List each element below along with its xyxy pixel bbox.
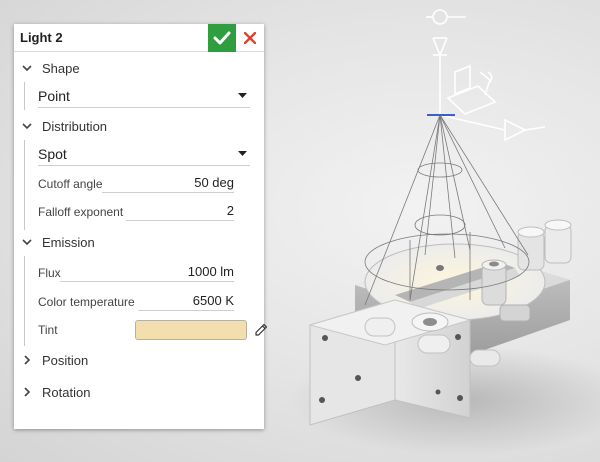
shape-select[interactable]: Point	[38, 84, 250, 108]
section-distribution-label: Distribution	[42, 118, 108, 134]
section-distribution-header[interactable]: Distribution	[14, 115, 107, 137]
section-emission-label: Emission	[42, 234, 95, 250]
section-guide	[24, 256, 25, 346]
caret-down-icon	[236, 93, 248, 98]
panel-header: Light 2	[14, 23, 264, 52]
accept-button[interactable]	[208, 23, 236, 52]
panel-title: Light 2	[20, 30, 63, 45]
flux-input[interactable]: 1000 lm	[60, 262, 234, 282]
pencil-icon[interactable]	[253, 322, 269, 338]
close-icon	[244, 31, 256, 44]
falloff-exponent-label: Falloff exponent	[38, 205, 124, 219]
color-temperature-input[interactable]: 6500 K	[138, 291, 234, 311]
distribution-select-value: Spot	[38, 145, 67, 162]
shape-select-value: Point	[38, 87, 70, 104]
close-button[interactable]	[236, 24, 264, 52]
cutoff-angle-input[interactable]: 50 deg	[102, 173, 234, 193]
chevron-right-icon	[18, 383, 36, 401]
color-temperature-label: Color temperature	[38, 295, 135, 309]
light-properties-panel: Light 2 Shape Point Distribution Spot Cu…	[14, 23, 268, 429]
distribution-select[interactable]: Spot	[38, 142, 250, 166]
cutoff-angle-label: Cutoff angle	[38, 177, 103, 191]
section-emission-header[interactable]: Emission	[14, 231, 95, 253]
tint-label: Tint	[38, 323, 58, 337]
chevron-down-icon	[18, 59, 36, 77]
chevron-down-icon	[18, 117, 36, 135]
section-rotation-label: Rotation	[42, 384, 91, 400]
section-position-label: Position	[42, 352, 89, 368]
section-guide	[24, 140, 25, 230]
flux-label: Flux	[38, 266, 61, 280]
section-guide	[24, 82, 25, 110]
section-shape-label: Shape	[42, 60, 80, 76]
chevron-down-icon	[18, 233, 36, 251]
chevron-right-icon	[18, 351, 36, 369]
caret-down-icon	[236, 151, 248, 156]
section-shape-header[interactable]: Shape	[14, 57, 80, 79]
falloff-exponent-input[interactable]: 2	[126, 201, 234, 221]
check-icon	[213, 31, 231, 44]
section-rotation-header[interactable]: Rotation	[14, 381, 90, 403]
tint-color-swatch[interactable]	[135, 320, 247, 340]
section-position-header[interactable]: Position	[14, 349, 88, 371]
